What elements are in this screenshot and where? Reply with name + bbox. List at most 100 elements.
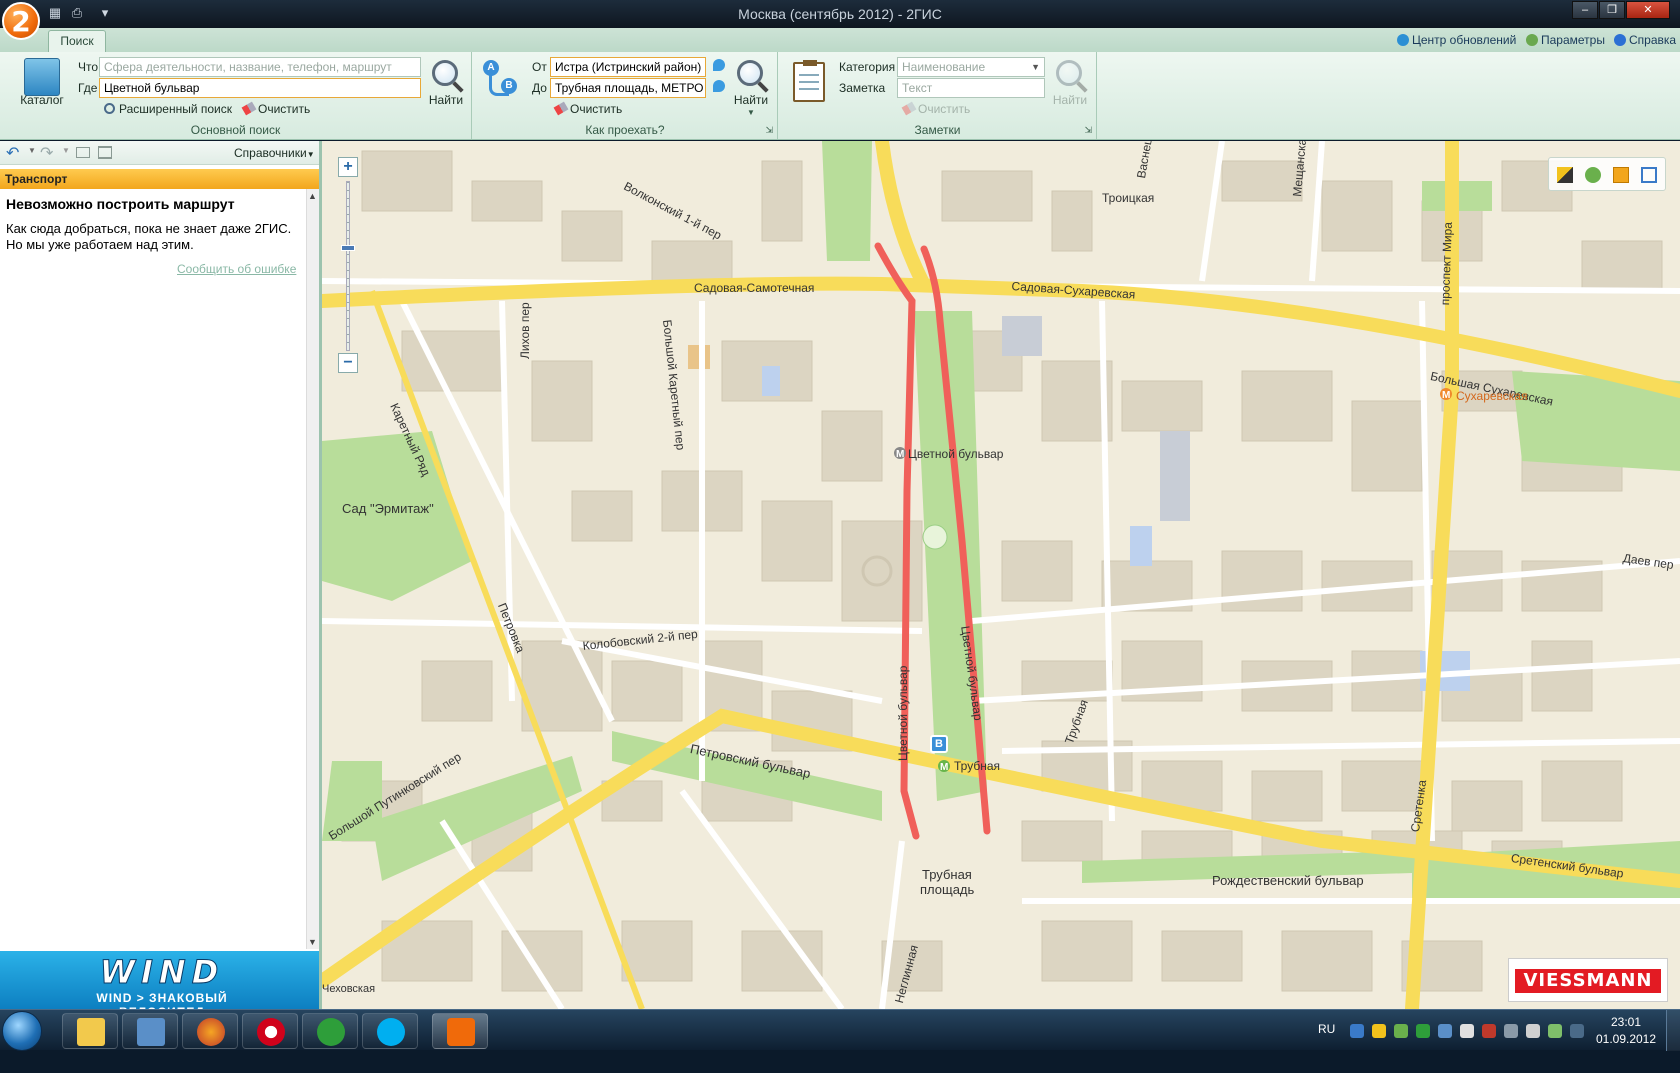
volume-icon[interactable] [1504, 1024, 1518, 1038]
show-desktop-button[interactable] [1666, 1010, 1680, 1051]
report-error-link[interactable]: Сообщить об ошибке [177, 262, 296, 276]
taskbar-firefox[interactable] [182, 1013, 238, 1049]
gear-icon [1526, 34, 1538, 46]
tray-icon-6[interactable] [1460, 1024, 1474, 1038]
taskbar-2gis[interactable] [432, 1013, 488, 1049]
zoom-slider-handle[interactable] [341, 245, 355, 251]
network-icon[interactable] [1548, 1024, 1562, 1038]
zoom-out-button[interactable]: − [338, 353, 358, 373]
app-logo-icon[interactable]: 2 [2, 2, 40, 40]
tray-icon-7[interactable] [1482, 1024, 1496, 1038]
left-panel-scrollbar[interactable]: ▲ ▼ [306, 189, 319, 949]
tray-icon-8[interactable] [1570, 1024, 1584, 1038]
catalog-icon[interactable] [24, 58, 60, 96]
catalog-button[interactable]: Каталог [14, 93, 70, 107]
help-link[interactable]: Справка [1614, 33, 1676, 47]
clear-route-button[interactable]: Очистить [553, 101, 623, 116]
what-input[interactable]: Сфера деятельности, название, телефон, м… [99, 57, 421, 77]
taskbar-utorrent[interactable] [302, 1013, 358, 1049]
route-find-button[interactable]: Найти [731, 93, 771, 107]
tray-icon-2[interactable] [1372, 1024, 1386, 1038]
label-troitskaya: Троицкая [1102, 191, 1155, 205]
update-center-link[interactable]: Центр обновлений [1397, 33, 1516, 47]
left-panel-toolbar: ↶ ▼ ↷ ▼ Справочники▼ [0, 141, 319, 165]
route-find-dropdown-icon[interactable]: ▼ [747, 108, 755, 117]
advanced-search-button[interactable]: Расширенный поиск [104, 102, 232, 116]
qat-dropdown-icon[interactable]: ▾ [96, 5, 114, 21]
taskbar-explorer[interactable] [62, 1013, 118, 1049]
back-icon[interactable]: ↶ [6, 143, 19, 163]
advanced-search-label: Расширенный поиск [119, 102, 232, 116]
window-title: Москва (сентябрь 2012) - 2ГИС [738, 6, 942, 22]
route-expand-icon[interactable]: ⇲ [765, 125, 773, 136]
qat-app-icon[interactable]: ▦ [46, 5, 64, 21]
notes-expand-icon[interactable]: ⇲ [1084, 125, 1092, 136]
tray-icon-5[interactable] [1438, 1024, 1452, 1038]
category-placeholder: Наименование [902, 60, 986, 74]
params-link[interactable]: Параметры [1526, 33, 1605, 47]
clock-date[interactable]: 01.09.2012 [1592, 1032, 1660, 1073]
tab-search[interactable]: Поиск [48, 30, 106, 52]
where-input[interactable]: Цветной бульвар [99, 78, 421, 98]
wind-banner[interactable]: WIND WIND > ЗНАКОВЫЙ ВЕЛОСИПЕД [0, 951, 319, 1019]
category-select[interactable]: Наименование ▼ [897, 57, 1045, 77]
note-input[interactable]: Текст [897, 78, 1045, 98]
to-input[interactable]: Трубная площадь, МЕТРО ВХОД [550, 78, 706, 98]
firefox-icon [197, 1018, 225, 1046]
forward-dropdown-icon[interactable]: ▼ [62, 146, 70, 155]
pick-from-icon[interactable] [713, 59, 725, 71]
pick-to-icon[interactable] [713, 80, 725, 92]
group-label-main-search: Основной поиск [190, 123, 281, 137]
utorrent-icon [317, 1018, 345, 1046]
svg-text:M: M [940, 762, 948, 773]
clear-search-label: Очистить [258, 102, 311, 116]
flag-icon[interactable] [1526, 1024, 1540, 1038]
notes-clipboard-icon [793, 60, 825, 102]
expand-icon[interactable] [98, 146, 112, 159]
folder-icon [77, 1018, 105, 1046]
language-indicator[interactable]: RU [1318, 1022, 1335, 1063]
select-area-icon[interactable] [1641, 167, 1657, 183]
tray-icon-3[interactable] [1394, 1024, 1408, 1038]
print-icon[interactable]: ⎙ [68, 5, 86, 21]
group-route: A B От Истра (Истринский район) До Трубн… [473, 52, 778, 139]
minimize-button[interactable]: – [1572, 1, 1598, 19]
label-sad-ermitazh: Сад "Эрмитаж" [342, 501, 434, 516]
route-result: Невозможно построить маршрут Как сюда до… [0, 189, 308, 949]
label-rozhdestvensky: Рождественский бульвар [1212, 873, 1364, 888]
zoom-in-button[interactable]: + [338, 157, 358, 177]
tray-icon-1[interactable] [1350, 1024, 1364, 1038]
clear-notes-button[interactable]: Очистить [901, 101, 970, 116]
zoom-slider[interactable] [346, 181, 350, 351]
print-map-icon[interactable] [1613, 167, 1629, 183]
back-dropdown-icon[interactable]: ▼ [28, 146, 36, 155]
map-view[interactable]: M M M Волконский 1-й пер Троицкая Васнец… [322, 141, 1680, 1009]
taskbar-skype[interactable] [362, 1013, 418, 1049]
transport-section-header[interactable]: Транспорт [0, 169, 319, 189]
taskbar-network[interactable] [122, 1013, 178, 1049]
label-sukharevskaya-metro: Сухаревская [1456, 389, 1528, 403]
maximize-button[interactable]: ❐ [1599, 1, 1625, 19]
label-trubnaya-metro: Трубная [954, 759, 1001, 773]
layers-icon[interactable] [1585, 167, 1601, 183]
route-marker-b[interactable]: B [930, 735, 948, 753]
start-button[interactable] [2, 1011, 42, 1051]
clear-search-button[interactable]: Очистить [241, 101, 311, 116]
viessmann-banner[interactable]: VIESSMANN [1508, 958, 1668, 1002]
from-label: От [532, 60, 547, 74]
forward-icon[interactable]: ↷ [40, 143, 53, 163]
clear-route-label: Очистить [570, 102, 623, 116]
scroll-down-icon[interactable]: ▼ [308, 937, 317, 947]
close-button[interactable]: ✕ [1626, 1, 1670, 19]
from-input[interactable]: Истра (Истринский район) [550, 57, 706, 77]
scroll-up-icon[interactable]: ▲ [308, 191, 317, 201]
find-button[interactable]: Найти [426, 93, 466, 107]
tray-icon-4[interactable] [1416, 1024, 1430, 1038]
zoom-control: + − [338, 157, 362, 377]
label-trubnaya-ploshchad-1: Трубная [922, 867, 972, 882]
ruler-icon[interactable] [1557, 167, 1573, 183]
notes-find-button[interactable]: Найти [1050, 93, 1090, 107]
collapse-icon[interactable] [76, 147, 90, 158]
taskbar-opera[interactable] [242, 1013, 298, 1049]
directories-dropdown[interactable]: Справочники▼ [234, 146, 315, 160]
